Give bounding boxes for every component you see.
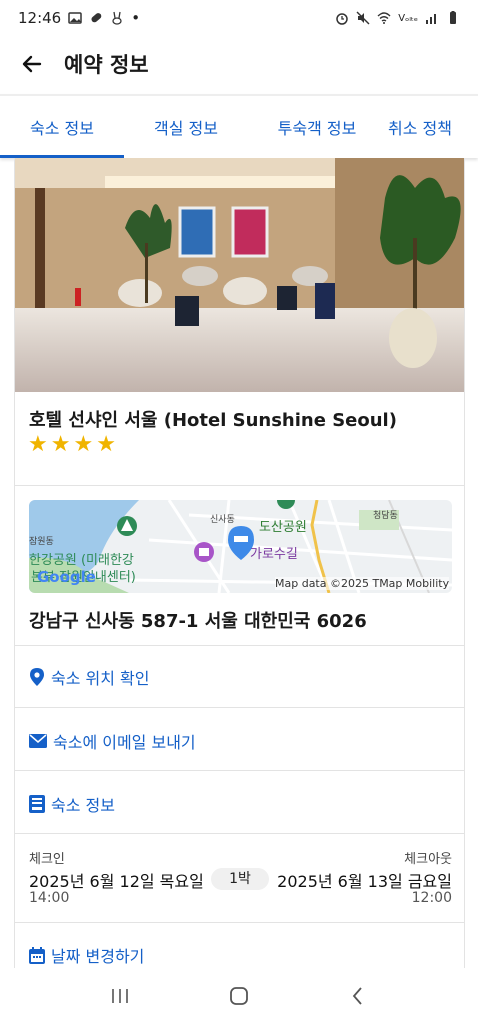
status-time: 12:46 bbox=[18, 9, 62, 27]
divider bbox=[15, 485, 464, 486]
property-info-link[interactable]: 숙소 정보 bbox=[29, 792, 115, 816]
hotel-photo bbox=[15, 158, 464, 392]
checkin-label: 체크인 bbox=[29, 852, 65, 867]
wifi-icon bbox=[377, 12, 391, 24]
rabbit-icon bbox=[112, 11, 122, 25]
checkin-time: 14:00 bbox=[29, 890, 70, 906]
star-icon: ★ bbox=[96, 432, 116, 457]
email-property-link[interactable]: 숙소에 이메일 보내기 bbox=[29, 729, 196, 753]
back-arrow-icon[interactable] bbox=[20, 52, 44, 76]
location-map[interactable]: 도산공원 신사동 청담동 가로수길 잠원동 한강공원 (미래한강 본부 잠원안내… bbox=[29, 500, 452, 593]
change-dates-link[interactable]: 날짜 변경하기 bbox=[29, 943, 144, 967]
divider bbox=[15, 833, 464, 834]
checkout-date: 2025년 6월 13일 금요일 bbox=[277, 872, 452, 891]
map-label-garosu: 가로수길 bbox=[250, 547, 298, 562]
hotel-name: 호텔 선샤인 서울 (Hotel Sunshine Seoul) bbox=[29, 410, 397, 431]
google-logo: Google bbox=[37, 568, 96, 586]
tab-label: 취소 정책 bbox=[388, 119, 452, 138]
network-type: Vₒₗₜₑ bbox=[398, 12, 418, 24]
star-icon: ★ bbox=[73, 432, 94, 457]
home-icon[interactable] bbox=[228, 985, 250, 1007]
star-icon: ★ bbox=[50, 432, 71, 457]
change-dates-label: 날짜 변경하기 bbox=[51, 947, 145, 966]
checkout-label: 체크아웃 bbox=[404, 852, 452, 867]
divider bbox=[15, 922, 464, 923]
tab-label: 숙소 정보 bbox=[30, 119, 94, 138]
divider bbox=[15, 770, 464, 771]
view-location-label: 숙소 위치 확인 bbox=[51, 669, 150, 688]
calendar-icon bbox=[29, 946, 45, 964]
location-pin-icon bbox=[30, 668, 44, 686]
back-icon[interactable] bbox=[347, 985, 369, 1007]
status-dot: • bbox=[131, 9, 141, 27]
map-label-cheongdam: 청담동 bbox=[373, 511, 398, 521]
alarm-icon bbox=[336, 13, 348, 25]
divider bbox=[15, 707, 464, 708]
battery-icon bbox=[450, 11, 456, 24]
nights-badge: 1박 bbox=[211, 868, 269, 890]
tab-label: 객실 정보 bbox=[154, 119, 218, 138]
recent-apps-icon[interactable] bbox=[109, 986, 131, 1006]
tab-room-info[interactable]: 객실 정보 bbox=[124, 96, 248, 158]
mute-icon bbox=[356, 11, 370, 25]
checkin-date: 2025년 6월 12일 목요일 bbox=[29, 872, 204, 891]
system-nav-bar bbox=[0, 968, 478, 1024]
map-label-sinsa: 신사동 bbox=[210, 515, 235, 525]
tab-guest-info[interactable]: 투숙객 정보 bbox=[262, 96, 372, 158]
page-title: 예약 정보 bbox=[64, 53, 149, 77]
map-attribution: Map data ©2025 TMap Mobility bbox=[275, 577, 450, 590]
property-info-label: 숙소 정보 bbox=[51, 796, 115, 815]
checkout-time: 12:00 bbox=[411, 890, 452, 906]
gallery-icon bbox=[68, 12, 82, 24]
envelope-icon bbox=[29, 734, 47, 748]
tab-property-info[interactable]: 숙소 정보 bbox=[0, 96, 124, 158]
divider bbox=[15, 645, 464, 646]
star-icon: ★ bbox=[28, 432, 48, 457]
tab-bar: 숙소 정보 객실 정보 투숙객 정보 취소 정책 bbox=[0, 94, 478, 158]
tab-label: 투숙객 정보 bbox=[277, 119, 357, 138]
hotel-address: 강남구 신사동 587-1 서울 대한민국 6026 bbox=[29, 611, 367, 632]
tab-cancel-policy[interactable]: 취소 정책 bbox=[388, 96, 478, 158]
pdf-document-icon bbox=[29, 795, 45, 813]
pill-icon bbox=[91, 13, 102, 23]
property-details: 호텔 선샤인 서울 (Hotel Sunshine Seoul) ★ ★ ★ ★… bbox=[14, 158, 465, 968]
map-label-jamwon: 잠원동 bbox=[29, 537, 54, 547]
signal-icon bbox=[426, 14, 436, 24]
map-label-park: 도산공원 bbox=[259, 520, 307, 535]
view-location-link[interactable]: 숙소 위치 확인 bbox=[29, 665, 150, 689]
app-bar: 예약 정보 bbox=[0, 36, 478, 92]
status-bar: 12:46 • Vₒₗₜₑ bbox=[0, 0, 478, 36]
email-property-label: 숙소에 이메일 보내기 bbox=[53, 733, 196, 752]
star-rating: ★ ★ ★ ★ bbox=[28, 432, 116, 458]
